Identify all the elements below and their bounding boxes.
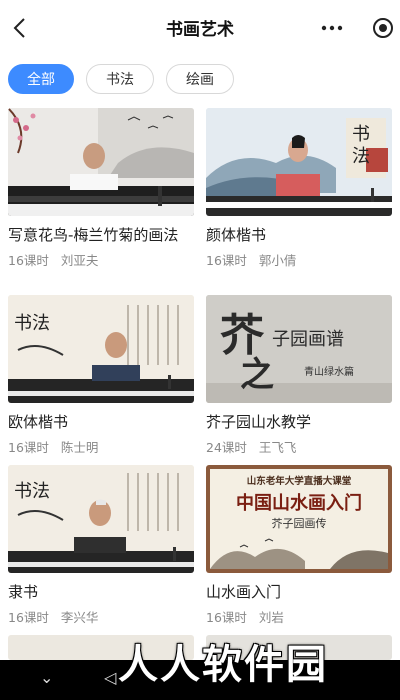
category-tabs: 全部 书法 绘画	[0, 64, 400, 96]
course-poster-title: 中国山水画入门	[236, 493, 362, 514]
lesson-count: 16课时	[206, 253, 247, 268]
course-card[interactable]: 写意花鸟-梅兰竹菊的画法 16课时 刘亚夫	[8, 108, 194, 269]
course-title: 颜体楷书	[206, 226, 267, 244]
more-dots-icon	[321, 25, 343, 31]
top-bar: 书画艺术	[0, 0, 400, 56]
teacher-name: 郭小倩	[258, 253, 297, 268]
course-meta: 16课时 郭小倩	[206, 250, 392, 269]
lesson-count: 16课时	[206, 610, 247, 625]
jiezi-tag: 青山绿水篇	[304, 367, 354, 378]
target-icon	[373, 18, 393, 38]
course-card[interactable]: 书法 欧体楷书 16课时 陈士明	[8, 295, 194, 456]
course-thumbnail: 书法	[8, 465, 194, 573]
back-triangle-icon[interactable]: ◁	[104, 668, 116, 687]
course-card[interactable]: 书法 颜体楷书 16课时 郭小倩	[206, 108, 392, 269]
course-title: 隶书	[8, 583, 39, 601]
lesson-count: 16课时	[8, 610, 49, 625]
course-thumbnail	[8, 108, 194, 216]
course-thumbnail: 书法	[206, 108, 392, 216]
course-meta: 16课时 李兴华	[8, 607, 194, 626]
calligraphy-watermark: 书法	[14, 481, 50, 502]
course-thumbnail: 山东老年大学直播大课堂 中国山水画入门 芥子园画传	[206, 465, 392, 573]
close-miniprogram-button[interactable]	[369, 14, 397, 42]
course-title: 芥子园山水教学	[206, 413, 312, 431]
chevron-down-icon[interactable]: ⌄	[40, 668, 53, 687]
tab-all[interactable]: 全部	[8, 64, 74, 94]
course-card[interactable]: 山东老年大学直播大课堂 中国山水画入门 芥子园画传 山水画入门 16课时 刘岩	[206, 465, 392, 626]
more-button[interactable]	[318, 14, 346, 42]
course-card[interactable]: 芥 子园画谱 之 青山绿水篇 芥子园山水教学 24课时 王飞飞	[206, 295, 392, 456]
course-banner: 山东老年大学直播大课堂	[246, 476, 352, 487]
course-meta: 24课时 王飞飞	[206, 437, 392, 456]
course-title: 山水画入门	[206, 583, 282, 601]
watermark-logo: 人人软件园	[118, 642, 328, 688]
teacher-name: 刘亚夫	[60, 253, 99, 268]
course-title: 欧体楷书	[8, 413, 69, 431]
course-thumbnail: 芥 子园画谱 之 青山绿水篇	[206, 295, 392, 403]
tab-calligraphy[interactable]: 书法	[86, 64, 154, 94]
calligraphy-watermark: 书法	[352, 124, 370, 167]
teacher-name: 刘岩	[258, 610, 284, 625]
lesson-count: 24课时	[206, 440, 247, 455]
lesson-count: 16课时	[8, 253, 49, 268]
lesson-count: 16课时	[8, 440, 49, 455]
course-card[interactable]: 书法 隶书 16课时 李兴华	[8, 465, 194, 626]
calligraphy-watermark: 书法	[14, 313, 50, 334]
teacher-name: 李兴华	[60, 610, 99, 625]
course-meta: 16课时 刘岩	[206, 607, 392, 626]
course-meta: 16课时 刘亚夫	[8, 250, 194, 269]
jiezi-subtitle: 子园画谱	[272, 329, 344, 350]
course-poster-subtitle: 芥子园画传	[271, 517, 327, 530]
course-title: 写意花鸟-梅兰竹菊的画法	[8, 226, 179, 244]
teacher-name: 王飞飞	[258, 440, 297, 455]
course-meta: 16课时 陈士明	[8, 437, 194, 456]
jiezi-zhi-char: 之	[240, 355, 274, 395]
tab-painting[interactable]: 绘画	[166, 64, 234, 94]
course-thumbnail: 书法	[8, 295, 194, 403]
teacher-name: 陈士明	[60, 440, 99, 455]
